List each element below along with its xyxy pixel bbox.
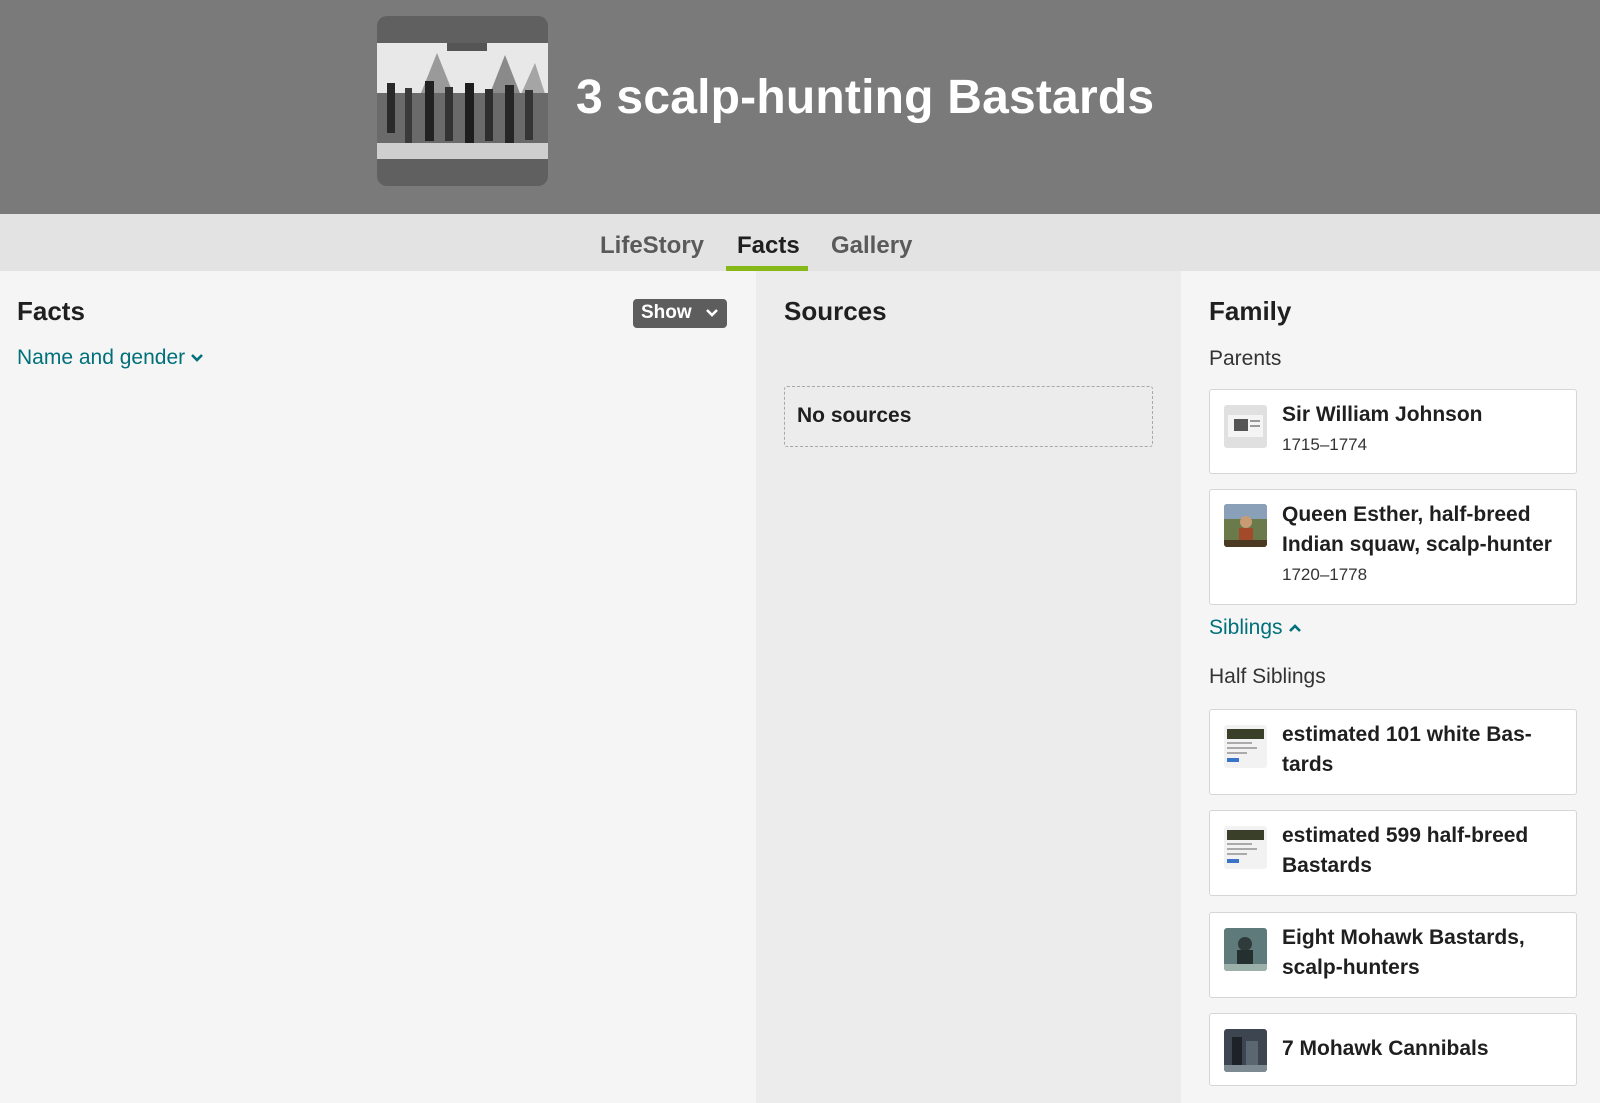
profile-avatar[interactable]: [377, 16, 548, 186]
person-thumbnail: [1224, 928, 1267, 971]
half-siblings-label: Half Siblings: [1209, 665, 1326, 688]
chevron-down-icon: [706, 309, 718, 317]
person-name: Queen Esther, half-breed Indian squaw, s…: [1282, 503, 1552, 556]
parents-label: Parents: [1209, 347, 1282, 370]
tab-lifestory[interactable]: LifeStory: [600, 232, 704, 260]
facts-title: Facts: [17, 296, 85, 326]
tab-bar: LifeStory Facts Gallery: [0, 214, 1600, 271]
person-name: estimated 599 half-breed Bastards: [1282, 824, 1529, 877]
tab-gallery[interactable]: Gallery: [831, 232, 912, 260]
sources-title: Sources: [784, 296, 887, 326]
person-dates: 1720–1778: [1282, 565, 1368, 584]
family-title: Family: [1209, 296, 1292, 326]
person-dates: 1715–1774: [1282, 435, 1368, 454]
siblings-link[interactable]: Siblings: [1209, 616, 1302, 640]
name-and-gender-link[interactable]: Name and gender: [17, 346, 204, 370]
sources-column: Sources No sources: [756, 271, 1181, 1103]
person-thumbnail: [1224, 405, 1267, 448]
show-button-label: Show: [641, 302, 692, 323]
name-and-gender-label: Name and gender: [17, 346, 186, 369]
family-column: Family Parents Sir William Johnson 1715–…: [1181, 271, 1600, 1103]
no-sources-box: No sources: [784, 386, 1153, 447]
person-thumbnail: [1224, 504, 1267, 547]
person-name: estimated 101 white Bas-tards: [1282, 723, 1532, 776]
half-sibling-card[interactable]: 7 Mohawk Cannibals: [1209, 1013, 1577, 1086]
facts-column: Facts Show Name and gender: [0, 271, 756, 1103]
chevron-up-icon: [1288, 624, 1301, 633]
person-thumbnail: [1224, 826, 1267, 869]
show-button[interactable]: Show: [633, 299, 727, 328]
person-thumbnail: [1224, 1029, 1267, 1072]
siblings-label: Siblings: [1209, 616, 1283, 639]
tab-facts[interactable]: Facts: [737, 232, 800, 260]
person-name: Sir William Johnson: [1282, 403, 1483, 426]
half-sibling-card[interactable]: Eight Mohawk Bastards, scalp-hunters: [1209, 912, 1577, 998]
profile-photo: [377, 43, 548, 159]
person-name: Eight Mohawk Bastards, scalp-hunters: [1282, 926, 1525, 979]
chevron-down-icon: [191, 354, 204, 363]
person-name: 7 Mohawk Cannibals: [1282, 1037, 1489, 1060]
parent-card[interactable]: Sir William Johnson 1715–1774: [1209, 389, 1577, 474]
profile-header: 3 scalp-hunting Bastards: [0, 0, 1600, 214]
half-sibling-card[interactable]: estimated 101 white Bas-tards: [1209, 709, 1577, 795]
person-thumbnail: [1224, 725, 1267, 768]
page-title: 3 scalp-hunting Bastards: [576, 71, 1155, 124]
parent-card[interactable]: Queen Esther, half-breed Indian squaw, s…: [1209, 489, 1577, 605]
half-sibling-card[interactable]: estimated 599 half-breed Bastards: [1209, 810, 1577, 896]
